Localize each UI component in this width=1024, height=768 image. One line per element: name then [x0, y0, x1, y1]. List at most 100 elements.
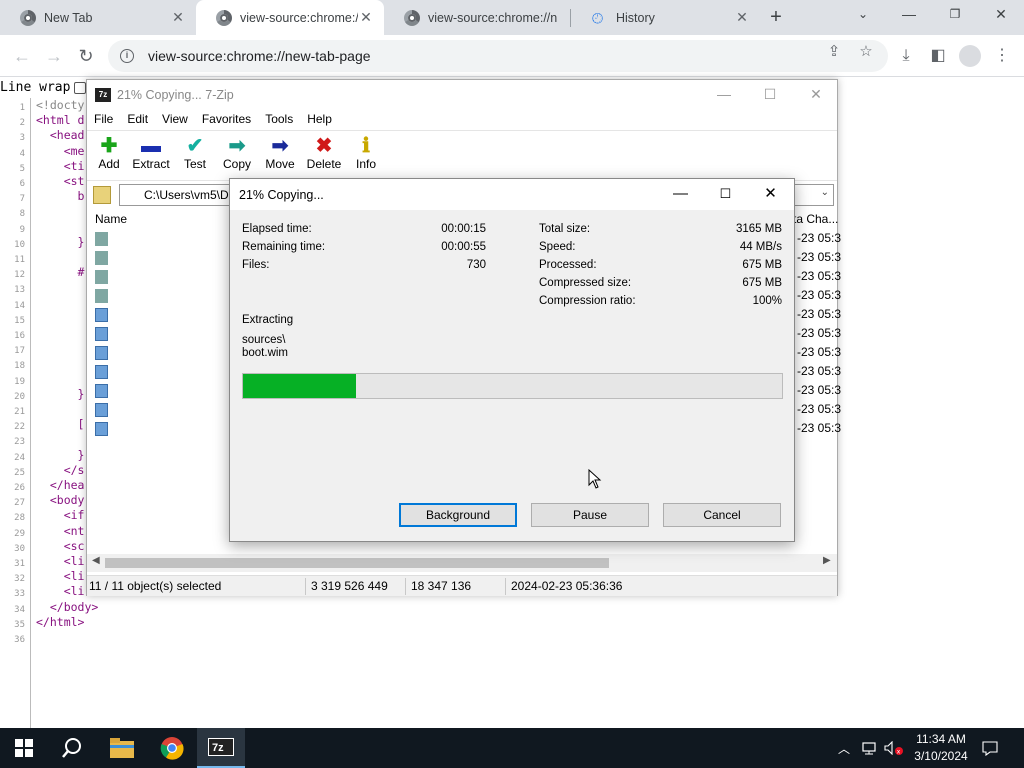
source-line: <li	[36, 584, 85, 599]
source-line: <head	[36, 128, 85, 143]
line-number: 5	[19, 163, 25, 174]
bookmark-star-icon[interactable]: ☆	[856, 42, 876, 62]
address-bar[interactable]: i view-source:chrome://new-tab-page	[108, 40, 888, 72]
file-icon[interactable]	[95, 346, 108, 360]
site-info-icon[interactable]: i	[120, 49, 134, 63]
background-button[interactable]: Background	[399, 503, 517, 527]
toolbar-extract-button[interactable]: ▬ Extract	[129, 135, 173, 171]
file-icon[interactable]	[95, 384, 108, 398]
status-packed: 18 347 136	[411, 579, 472, 593]
line-number: 26	[14, 483, 25, 493]
folder-icon[interactable]	[95, 232, 108, 246]
menu-help[interactable]: Help	[300, 110, 339, 130]
side-panel-icon[interactable]: ◧	[926, 44, 950, 68]
file-icon[interactable]	[95, 403, 108, 417]
tab-separator	[570, 9, 571, 27]
close-button[interactable]: ✕	[978, 0, 1024, 30]
network-icon[interactable]	[862, 728, 882, 768]
line-number: 35	[14, 619, 25, 630]
toolbar-move-button[interactable]: ➡ Move	[258, 135, 302, 171]
file-icon[interactable]	[95, 422, 108, 436]
menu-kebab-icon[interactable]: ⋮	[990, 44, 1014, 68]
7zip-minimize-button[interactable]: —	[701, 80, 747, 110]
toolbar-test-button[interactable]: ✔ Test	[173, 135, 217, 171]
path-dropdown-chevron-icon[interactable]: ⌄	[821, 187, 829, 198]
chrome-icon[interactable]	[148, 728, 196, 768]
folder-icon[interactable]	[95, 251, 108, 265]
taskbar-clock[interactable]: 11:34 AM 3/10/2024	[906, 731, 976, 765]
line-number: 1	[19, 103, 25, 113]
browser-toolbar: ← → ↻ i view-source:chrome://new-tab-pag…	[0, 35, 1024, 77]
folder-up-icon[interactable]	[93, 186, 111, 204]
status-selected: 11 / 11 object(s) selected	[89, 579, 222, 593]
toolbar-delete-button[interactable]: ✖ Delete	[302, 135, 346, 171]
scroll-right-icon[interactable]: ▶	[823, 555, 831, 566]
source-line: <ti	[36, 158, 85, 173]
7zip-icon[interactable]: 7z	[197, 728, 245, 768]
file-date: -23 05:3	[797, 402, 842, 416]
scroll-left-icon[interactable]: ◀	[92, 555, 100, 566]
source-line: <li	[36, 569, 85, 584]
tab-search-chevron-icon[interactable]: ⌄	[840, 0, 886, 30]
profile-avatar-icon[interactable]	[959, 45, 981, 67]
new-tab-button[interactable]: +	[764, 6, 788, 30]
menu-view[interactable]: View	[155, 110, 195, 130]
file-date: -23 05:3	[797, 288, 842, 302]
column-header-date[interactable]: ta Cha...	[793, 212, 838, 226]
file-explorer-icon[interactable]	[98, 728, 146, 768]
search-icon[interactable]	[48, 728, 96, 768]
7zip-close-button[interactable]: ✕	[793, 80, 839, 110]
download-icon[interactable]: ⤓	[894, 44, 918, 68]
line-wrap-checkbox[interactable]	[74, 81, 87, 94]
line-wrap-toggle[interactable]: Line wrap	[0, 80, 87, 95]
info-icon: ℹ	[362, 135, 370, 157]
toolbar-add-button[interactable]: ✚ Add	[87, 135, 131, 171]
folder-icon[interactable]	[95, 270, 108, 284]
column-header-name[interactable]: Name	[95, 212, 127, 226]
speed-value: 44 MB/s	[739, 241, 782, 253]
menu-tools[interactable]: Tools	[258, 110, 300, 130]
7zip-path: C:\Users\vm5\D	[144, 188, 229, 202]
scroll-thumb[interactable]	[105, 558, 609, 568]
pause-button[interactable]: Pause	[531, 503, 649, 527]
minimize-button[interactable]: —	[886, 0, 932, 30]
back-arrow-icon[interactable]: ←	[10, 44, 34, 68]
file-date: -23 05:3	[797, 307, 842, 321]
tab-view-source[interactable]: view-source:chrome://n	[384, 0, 572, 35]
dialog-close-button[interactable]: ✕	[748, 179, 793, 210]
source-line: #	[36, 265, 85, 280]
line-number: 22	[14, 422, 25, 433]
tab-new-tab[interactable]: New Tab ✕	[0, 0, 196, 35]
tab-history[interactable]: 🕘︎ History ✕	[572, 0, 760, 35]
file-icon[interactable]	[95, 327, 108, 341]
start-icon[interactable]	[0, 728, 48, 768]
7zip-maximize-button[interactable]: ☐	[747, 80, 793, 110]
file-icon[interactable]	[95, 308, 108, 322]
notifications-icon[interactable]	[982, 728, 1002, 768]
dialog-minimize-button[interactable]: —	[658, 179, 703, 210]
restore-button[interactable]: ❐	[932, 0, 978, 30]
dialog-maximize-button[interactable]: ☐	[703, 179, 748, 210]
share-icon[interactable]: ⇪	[824, 42, 844, 62]
toolbar-copy-button[interactable]: ➡ Copy	[215, 135, 259, 171]
menu-file[interactable]: File	[87, 110, 120, 130]
cancel-button[interactable]: Cancel	[663, 503, 781, 527]
forward-arrow-icon[interactable]: →	[42, 44, 66, 68]
file-date: -23 05:3	[797, 269, 842, 283]
clock-date: 3/10/2024	[914, 749, 968, 763]
reload-icon[interactable]: ↻	[74, 44, 98, 68]
menu-favorites[interactable]: Favorites	[195, 110, 258, 130]
source-line: <me	[36, 143, 85, 158]
horizontal-scrollbar[interactable]: ◀ ▶	[87, 554, 837, 572]
menu-edit[interactable]: Edit	[120, 110, 155, 130]
file-icon[interactable]	[95, 365, 108, 379]
toolbar-info-button[interactable]: ℹ Info	[344, 135, 388, 171]
current-path: sources\	[242, 334, 286, 346]
tab-close-icon[interactable]: ✕	[170, 9, 186, 26]
tab-close-icon[interactable]: ✕	[358, 9, 374, 26]
folder-icon[interactable]	[95, 289, 108, 303]
tab-view-source-active[interactable]: view-source:chrome://n ✕	[196, 0, 384, 35]
tray-chevron-up-icon[interactable]: ︿	[838, 728, 856, 768]
tab-close-icon[interactable]: ✕	[734, 9, 750, 26]
volume-muted-icon[interactable]: x	[884, 728, 906, 768]
